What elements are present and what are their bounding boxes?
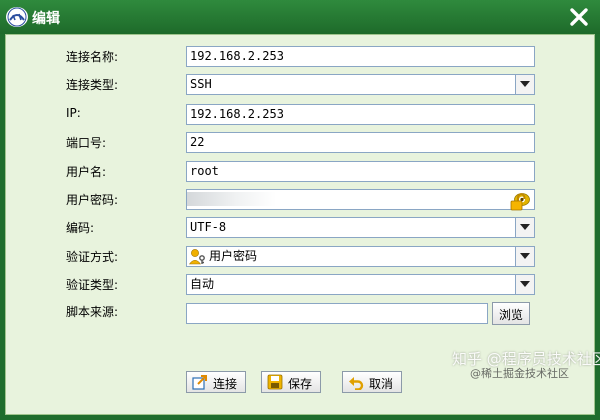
save-icon — [267, 374, 283, 390]
username-input[interactable]: root — [186, 161, 535, 182]
username-label: 用户名: — [66, 165, 107, 179]
port-label: 端口号: — [66, 136, 107, 150]
ip-label: IP: — [66, 106, 81, 120]
connection-type-value: SSH — [190, 77, 212, 91]
auth-method-label: 验证方式: — [66, 250, 119, 264]
save-button[interactable]: 保存 — [261, 371, 321, 393]
dropdown-arrow-icon[interactable] — [515, 75, 534, 94]
auth-method-value: 用户密码 — [209, 249, 258, 263]
encoding-label: 编码: — [66, 221, 95, 235]
close-icon[interactable] — [566, 4, 592, 30]
connect-button[interactable]: 连接 — [186, 371, 246, 393]
port-input[interactable]: 22 — [186, 132, 535, 153]
connection-name-input[interactable]: 192.168.2.253 — [186, 46, 535, 67]
browse-button-label: 浏览 — [499, 308, 524, 322]
connection-name-label: 连接名称: — [66, 50, 119, 64]
script-source-input[interactable] — [186, 303, 488, 324]
save-button-label: 保存 — [288, 377, 313, 391]
password-label: 用户密码: — [66, 193, 119, 207]
app-logo-icon — [6, 7, 28, 27]
verify-type-select[interactable]: 自动 — [186, 274, 535, 295]
edit-dialog: 编辑 连接名称: 192.168.2.253 连接类型: SSH IP: 192… — [0, 0, 600, 420]
ip-input[interactable]: 192.168.2.253 — [186, 104, 535, 125]
dropdown-arrow-icon[interactable] — [515, 218, 534, 237]
password-input[interactable] — [186, 189, 535, 210]
connection-type-label: 连接类型: — [66, 78, 119, 92]
connection-type-select[interactable]: SSH — [186, 74, 535, 95]
password-redaction — [187, 192, 276, 206]
connect-icon — [192, 374, 208, 390]
dropdown-arrow-icon[interactable] — [515, 275, 534, 294]
undo-icon — [348, 374, 364, 391]
cancel-button[interactable]: 取消 — [342, 371, 402, 393]
watermark-secondary: @稀土掘金技术社区 — [470, 367, 569, 380]
connect-button-label: 连接 — [213, 377, 238, 391]
verify-type-label: 验证类型: — [66, 278, 119, 292]
user-key-icon — [188, 248, 207, 265]
auth-method-select[interactable]: 用户密码 — [186, 246, 535, 267]
script-source-label: 脚本来源: — [66, 305, 119, 319]
encoding-value: UTF-8 — [190, 220, 227, 234]
cancel-button-label: 取消 — [369, 377, 394, 391]
title-bar[interactable]: 编辑 — [0, 0, 600, 34]
browse-button[interactable]: 浏览 — [492, 302, 530, 325]
dropdown-arrow-icon[interactable] — [515, 247, 534, 266]
verify-type-value: 自动 — [190, 277, 215, 291]
unlock-icon[interactable] — [509, 193, 527, 211]
window-title: 编辑 — [32, 11, 60, 27]
encoding-select[interactable]: UTF-8 — [186, 217, 535, 238]
